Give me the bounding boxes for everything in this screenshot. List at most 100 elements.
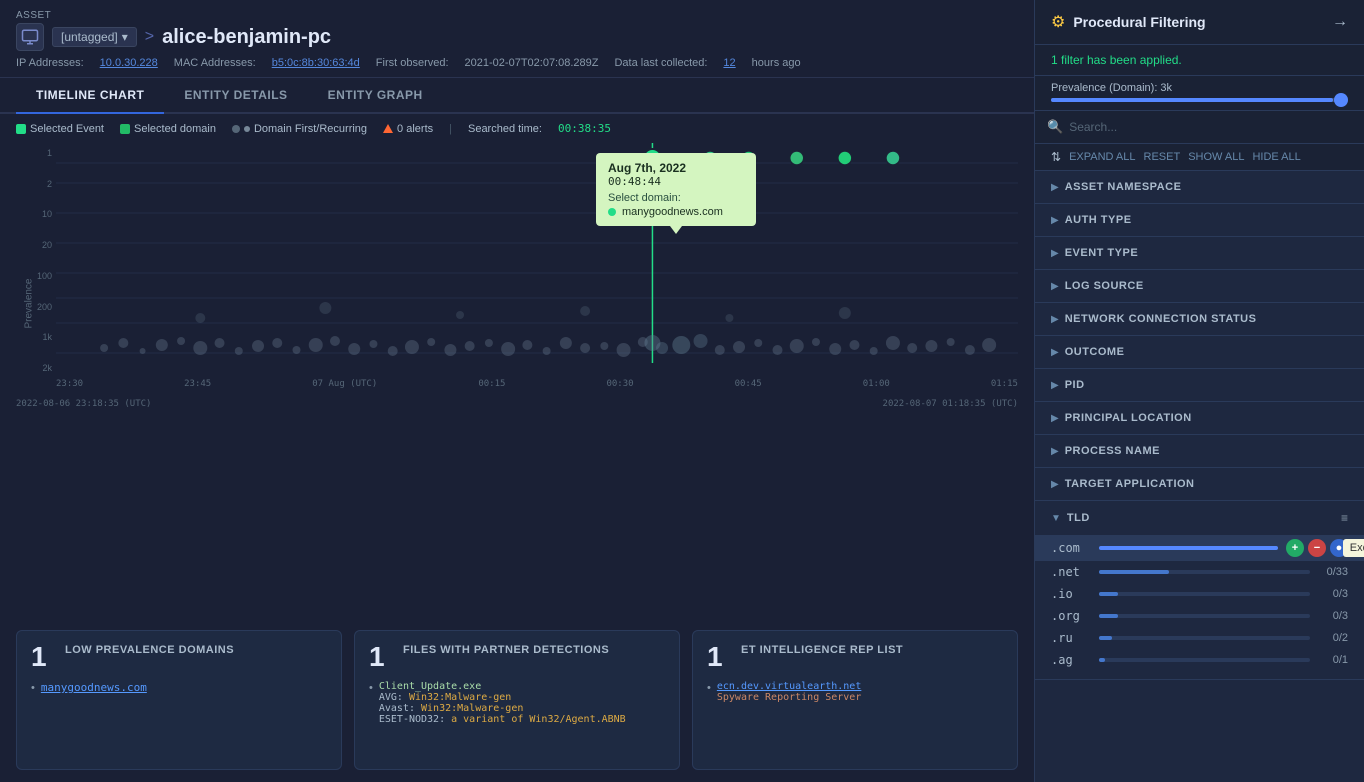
y-axis: 1 2 10 20 100 200 1k 2k [16, 143, 56, 373]
chevron-right-icon: ▶ [1051, 314, 1059, 325]
tld-label-net: .net [1051, 565, 1091, 579]
filter-section-auth-type-header[interactable]: ▶ AUTH TYPE [1035, 204, 1364, 236]
filter-section-process-name-header[interactable]: ▶ PROCESS NAME [1035, 435, 1364, 467]
asset-tag[interactable]: [untagged] ▾ [52, 27, 137, 47]
chevron-right-icon: ▶ [1051, 281, 1059, 292]
tld-bar-org [1099, 614, 1310, 618]
computer-icon [16, 23, 44, 51]
expand-icon: ⇅ [1051, 150, 1061, 164]
ip-address[interactable]: 10.0.30.228 [100, 57, 158, 69]
tld-count-io: 0/3 [1318, 588, 1348, 600]
card-3-count: 1 [707, 643, 731, 671]
left-panel: ASSET [untagged] ▾ > alice-benjamin-pc I… [0, 0, 1034, 782]
chart-area[interactable]: 1 2 10 20 100 200 1k 2k Prevalence [0, 143, 1034, 618]
alert-icon [383, 124, 393, 133]
chevron-right-icon: ▶ [1051, 215, 1059, 226]
chart-svg [56, 143, 1018, 363]
tld-section-header[interactable]: ▼ TLD ≡ [1035, 501, 1364, 535]
filter-section-asset-namespace: ▶ ASSET NAMESPACE [1035, 171, 1364, 204]
selected-event-icon [16, 124, 26, 134]
tld-include-button-com[interactable]: + [1286, 539, 1304, 557]
tld-count-net: 0/33 [1318, 566, 1348, 578]
tab-entity-graph[interactable]: ENTITY GRAPH [308, 78, 443, 114]
mac-address[interactable]: b5:0c:8b:30:63:4d [272, 57, 360, 69]
tld-actions-com: + − ● [1286, 539, 1348, 557]
search-row: 🔍 [1035, 111, 1364, 144]
sort-icon[interactable]: ≡ [1341, 511, 1348, 525]
prevalence-label: Prevalence (Domain): 3k [1051, 82, 1348, 94]
filter-applied-message: 1 filter has been applied. [1035, 45, 1364, 76]
hours-unit: hours ago [752, 57, 801, 69]
list-item: • Client_Update.exe AVG: Win32:Malware-g… [369, 681, 665, 725]
filter-section-event-type-header[interactable]: ▶ EVENT TYPE [1035, 237, 1364, 269]
legend-domain-first-recurring: Domain First/Recurring [232, 123, 367, 135]
card-1-domain[interactable]: manygoodnews.com [41, 681, 147, 694]
prevalence-thumb[interactable] [1334, 93, 1348, 107]
right-panel-title: Procedural Filtering [1073, 14, 1205, 30]
legend-selected-event: Selected Event [16, 123, 104, 135]
selected-domain-icon [120, 124, 130, 134]
tld-label-ru: .ru [1051, 631, 1091, 645]
search-icon: 🔍 [1047, 119, 1063, 135]
domain-first-icon [232, 125, 240, 133]
first-observed: 2021-02-07T02:07:08.289Z [465, 57, 599, 69]
hide-all-button[interactable]: HIDE ALL [1252, 151, 1300, 163]
tab-entity-details[interactable]: ENTITY DETAILS [164, 78, 307, 114]
search-input[interactable] [1069, 120, 1352, 134]
tld-count-ag: 0/1 [1318, 654, 1348, 666]
filter-section-auth-type: ▶ AUTH TYPE [1035, 204, 1364, 237]
cards-row: 1 LOW PREVALENCE DOMAINS • manygoodnews.… [0, 618, 1034, 782]
show-all-button[interactable]: SHOW ALL [1188, 151, 1244, 163]
tld-bar-com [1099, 546, 1278, 550]
card-3-domain[interactable]: ecn.dev.virtualearth.net [717, 681, 862, 692]
filter-section-log-source: ▶ LOG SOURCE [1035, 270, 1364, 303]
filter-section-pid-header[interactable]: ▶ PID [1035, 369, 1364, 401]
filter-section-event-type: ▶ EVENT TYPE [1035, 237, 1364, 270]
card-2-av2: Avast: Win32:Malware-gen [379, 703, 626, 714]
header: ASSET [untagged] ▾ > alice-benjamin-pc I… [0, 0, 1034, 78]
asset-name: alice-benjamin-pc [162, 26, 331, 49]
filter-section-target-application: ▶ TARGET APPLICATION [1035, 468, 1364, 501]
prevalence-row: Prevalence (Domain): 3k [1035, 76, 1364, 111]
filter-section-outcome-header[interactable]: ▶ OUTCOME [1035, 336, 1364, 368]
list-item: • ecn.dev.virtualearth.net Spyware Repor… [707, 681, 1003, 703]
chevron-right-icon: ▶ [1051, 248, 1059, 259]
expand-all-button[interactable]: EXPAND ALL [1069, 151, 1135, 163]
reset-button[interactable]: RESET [1144, 151, 1181, 163]
card-1-count: 1 [31, 643, 55, 671]
tabs-row: TIMELINE CHART ENTITY DETAILS ENTITY GRA… [0, 78, 1034, 114]
filter-section-principal-location-header[interactable]: ▶ PRINCIPAL LOCATION [1035, 402, 1364, 434]
filter-sections: ▶ ASSET NAMESPACE ▶ AUTH TYPE ▶ EVENT TY… [1035, 171, 1364, 782]
card-et-intelligence: 1 ET INTELLIGENCE REP LIST • ecn.dev.vir… [692, 630, 1018, 770]
arrow-right-icon[interactable]: → [1332, 13, 1348, 31]
filter-section-network-connection-header[interactable]: ▶ NETWORK CONNECTION STATUS [1035, 303, 1364, 335]
filter-section-pid: ▶ PID [1035, 369, 1364, 402]
tld-item-ru: .ru 0/2 [1035, 627, 1364, 649]
hours-ago[interactable]: 12 [723, 57, 735, 69]
right-panel-header: ⚙ Procedural Filtering → [1035, 0, 1364, 45]
prevalence-slider[interactable] [1051, 98, 1348, 102]
prevalence-fill [1051, 98, 1333, 102]
card-2-av3: ESET-NOD32: a variant of Win32/Agent.ABN… [379, 714, 626, 725]
card-2-content: • Client_Update.exe AVG: Win32:Malware-g… [369, 681, 665, 725]
card-partner-detections: 1 FILES WITH PARTNER DETECTIONS • Client… [354, 630, 680, 770]
exclude-others-tooltip: Exclude Others [1343, 539, 1364, 557]
tooltip-arrow-icon [670, 226, 682, 234]
card-2-filename: Client_Update.exe [379, 681, 626, 692]
card-2-count: 1 [369, 643, 393, 671]
tld-item-org: .org 0/3 [1035, 605, 1364, 627]
tld-bar-ru [1099, 636, 1310, 640]
card-low-prevalence: 1 LOW PREVALENCE DOMAINS • manygoodnews.… [16, 630, 342, 770]
tooltip-date: Aug 7th, 2022 [608, 161, 744, 175]
tld-item-io: .io 0/3 [1035, 583, 1364, 605]
tld-bar-net [1099, 570, 1310, 574]
meta-row: IP Addresses: 10.0.30.228 MAC Addresses:… [16, 57, 1018, 69]
chevron-down-icon: ▼ [1051, 513, 1061, 524]
tab-timeline-chart[interactable]: TIMELINE CHART [16, 78, 164, 114]
filter-section-log-source-header[interactable]: ▶ LOG SOURCE [1035, 270, 1364, 302]
chevron-right-icon: ▶ [1051, 413, 1059, 424]
filter-section-asset-namespace-header[interactable]: ▶ ASSET NAMESPACE [1035, 171, 1364, 203]
tld-exclude-button-com[interactable]: − [1308, 539, 1326, 557]
mac-label: MAC Addresses: [174, 57, 256, 69]
filter-section-target-application-header[interactable]: ▶ TARGET APPLICATION [1035, 468, 1364, 500]
